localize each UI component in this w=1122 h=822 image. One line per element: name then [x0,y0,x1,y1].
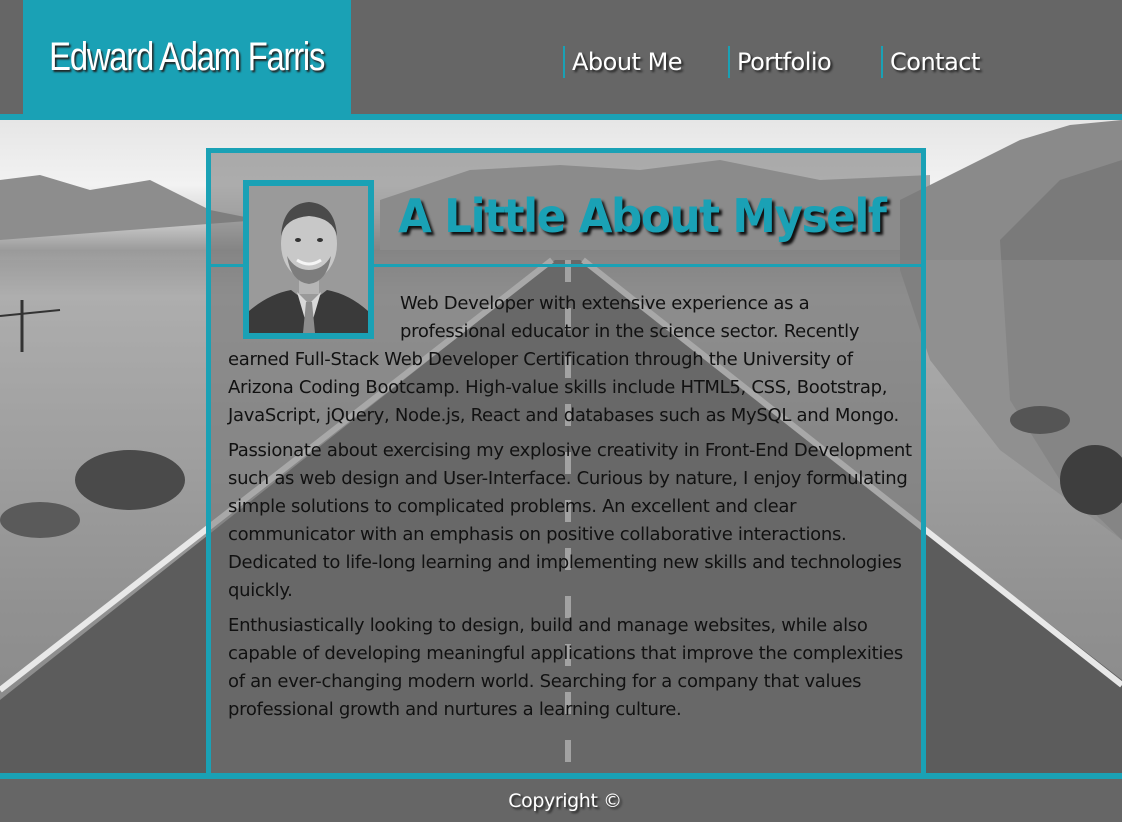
nav-link-contact[interactable]: Contact [881,46,980,78]
copyright-text: Copyright © [508,789,622,812]
nav-link-about-me[interactable]: About Me [563,46,683,78]
about-paragraph: Passionate about exercising my explosive… [228,440,912,601]
site-header: Edward Adam Farris About Me Portfolio Co… [0,0,1122,114]
nav-link-portfolio[interactable]: Portfolio [728,46,832,78]
person-portrait-icon [249,186,368,333]
brand-block[interactable]: Edward Adam Farris [23,0,351,114]
about-card: A Little About Myself Web Developer with… [206,148,926,773]
about-text: Web Developer with extensive experience … [228,290,918,731]
about-heading: A Little About Myself [398,189,887,243]
brand-name[interactable]: Edward Adam Farris [50,35,326,80]
profile-photo [243,180,374,339]
about-paragraph: Enthusiastically looking to design, buil… [228,615,903,720]
site-footer: Copyright © [0,779,1122,822]
